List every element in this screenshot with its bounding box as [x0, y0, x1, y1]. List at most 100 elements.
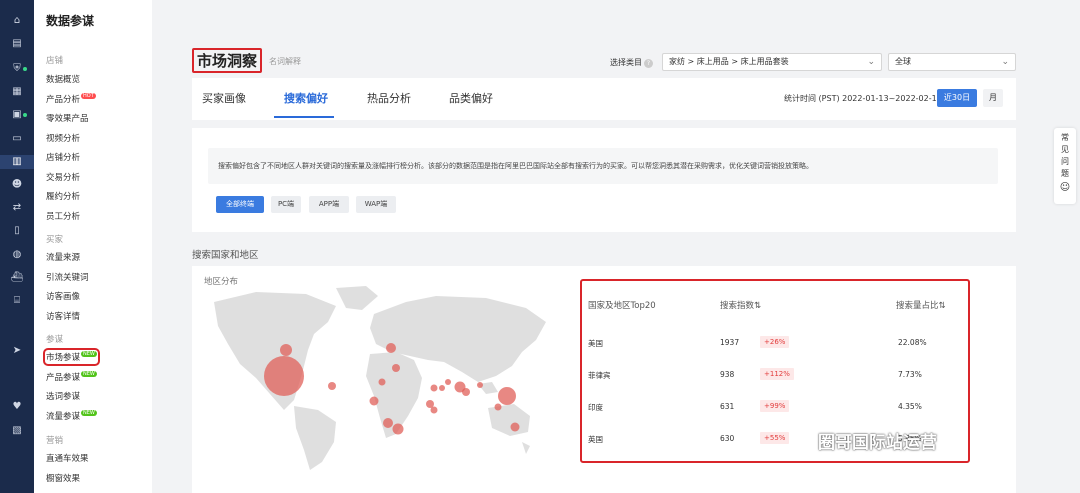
bubble-bangladesh — [462, 388, 470, 396]
world-map[interactable] — [196, 282, 556, 472]
page-title: 市场洞察 — [192, 48, 263, 73]
bank-icon[interactable]: ⌸ — [0, 294, 34, 308]
sidebar-item-label: 交易分析 — [46, 172, 81, 183]
sidebar-item[interactable]: 市场参谋 NEW — [43, 348, 100, 366]
briefcase-icon[interactable]: ▧ — [0, 424, 34, 438]
bubble-egypt — [430, 384, 438, 392]
ship-icon[interactable]: ⛴ — [0, 271, 34, 285]
chevron-down-icon: ⌄ — [867, 57, 875, 67]
region-select[interactable]: 全球 ⌄ — [888, 53, 1016, 71]
sidebar-item[interactable]: 选词参谋 — [46, 390, 80, 402]
sidebar-item-label: 引流关键词 — [46, 272, 89, 283]
last-30-days-button[interactable]: 近30日 — [937, 89, 977, 107]
filter-pc[interactable]: PC端 — [271, 196, 301, 213]
filter-app[interactable]: APP端 — [309, 196, 349, 213]
status-dot — [23, 113, 27, 117]
globe-icon[interactable]: ◍ — [0, 248, 34, 262]
filter-all-terminals[interactable]: 全部终端 — [216, 196, 264, 213]
faq-button[interactable]: 常见问题 ☺ — [1054, 128, 1076, 204]
chevron-down-icon: ⌄ — [1001, 57, 1009, 67]
sidebar-item-label: 直通车效果 — [46, 454, 89, 464]
sidebar-item[interactable]: 员工分析 — [46, 210, 80, 222]
sidebar-item[interactable]: 流量来源 — [46, 251, 80, 263]
bubble-kenya — [430, 406, 438, 414]
table-row-index: 630 — [720, 434, 735, 443]
sidebar-item-label: 选词参谋 — [46, 392, 81, 402]
bubble-usa — [264, 356, 304, 396]
bubble-west-africa — [369, 396, 379, 406]
table-row-share: 4.35% — [898, 402, 922, 411]
bubble-europe — [392, 364, 400, 372]
col-search-share[interactable]: 搜索量占比⇅ — [896, 299, 946, 311]
send-icon[interactable]: ➤ — [0, 344, 34, 358]
sidebar-item[interactable]: 引流关键词 — [46, 271, 89, 283]
sidebar-item-label: 访客画像 — [46, 292, 81, 302]
month-button[interactable]: 月 — [983, 89, 1003, 107]
tab-buyer-profile[interactable]: 买家画像 — [202, 90, 246, 106]
active-tab-indicator — [274, 116, 334, 118]
sidebar: 数据参谋 店铺 数据概览 产品分析 HOT 零效果产品 视频分析 店铺分析 交易分析 履约分析员… — [34, 0, 152, 493]
calendar-icon[interactable]: ▣ — [0, 108, 34, 122]
table-row-index: 1937 — [720, 338, 740, 347]
sidebar-item[interactable]: 流量参谋 NEW — [46, 409, 97, 422]
sidebar-item[interactable]: 数据概览 — [46, 73, 80, 85]
message-icon[interactable]: ▭ — [0, 132, 34, 146]
sidebar-item-label: 员工分析 — [46, 211, 81, 222]
table-row-country: 美国 — [588, 339, 603, 348]
document-icon[interactable]: ▯ — [0, 224, 34, 238]
sidebar-item[interactable]: 产品参谋 NEW — [46, 370, 97, 383]
shield-icon[interactable]: ⛨ — [0, 62, 34, 76]
sidebar-item[interactable]: 直通车效果 — [46, 452, 89, 464]
help-icon[interactable]: ? — [644, 59, 653, 68]
tab-hot-products[interactable]: 热品分析 — [367, 90, 411, 106]
stat-time: 统计时间 (PST) 2022-01-13~2022-02-12 — [784, 94, 942, 103]
sidebar-item-badge: NEW — [81, 409, 97, 416]
col-search-index[interactable]: 搜索指数⇅ — [720, 299, 761, 311]
sidebar-item[interactable]: 访客画像 — [46, 290, 80, 302]
sidebar-item-label: 店铺分析 — [46, 153, 81, 163]
sidebar-item-badge: NEW — [81, 370, 97, 377]
chart-icon[interactable]: ▥ — [0, 155, 34, 169]
sidebar-item-label: 零效果产品 — [46, 114, 89, 124]
sidebar-section-heading: 营销 — [46, 436, 64, 446]
main-content: 市场洞察 名词解释 选择类目? 家纺 > 床上用品 > 床上用品套装 ⌄ 全球 ⌄ … — [152, 0, 1080, 493]
glossary-link[interactable]: 名词解释 — [269, 56, 301, 67]
share-icon[interactable]: ⇄ — [0, 201, 34, 215]
change-badge: +112% — [760, 368, 794, 380]
bubble-indonesia — [494, 403, 502, 411]
apps-icon[interactable]: ▦ — [0, 85, 34, 99]
description-card: 搜索偏好包含了不同地区人群对关键词的搜索量及涨幅排行榜分析。该部分的数据范围是指… — [192, 128, 1016, 232]
col-country: 国家及地区Top20 — [588, 301, 656, 311]
tab-category-preference[interactable]: 品类偏好 — [449, 90, 493, 106]
home-icon[interactable]: ⌂ — [0, 14, 34, 28]
sidebar-item[interactable]: 零效果产品 — [46, 112, 89, 124]
change-badge: +55% — [760, 432, 790, 444]
table-row-index: 938 — [720, 370, 735, 379]
sidebar-item[interactable]: 橱窗效果 — [46, 472, 80, 484]
change-badge: +99% — [760, 400, 790, 412]
tab-bar: 买家画像 搜索偏好 热品分析 品类偏好 统计时间 (PST) 2022-01-1… — [192, 78, 1016, 120]
category-select[interactable]: 家纺 > 床上用品 > 床上用品套装 ⌄ — [662, 53, 882, 71]
sidebar-item[interactable]: 店铺分析 — [46, 151, 80, 163]
store-icon[interactable]: ▤ — [0, 37, 34, 51]
bubble-thailand — [477, 382, 483, 388]
sidebar-item[interactable]: 履约分析 — [46, 190, 80, 202]
sidebar-item[interactable]: 视频分析 — [46, 132, 80, 144]
bubble-uk — [386, 343, 396, 353]
category-label: 选择类目? — [610, 57, 653, 68]
sidebar-item-label: 流量来源 — [46, 253, 81, 263]
filter-wap[interactable]: WAP端 — [356, 196, 396, 213]
tab-search-preference[interactable]: 搜索偏好 — [284, 90, 328, 106]
sidebar-item-label: 数据概览 — [46, 75, 81, 85]
sidebar-item[interactable]: 访客详情 — [46, 310, 80, 322]
users-icon[interactable]: ☻ — [0, 178, 34, 192]
sidebar-section-heading: 参谋 — [46, 335, 64, 345]
bubble-spain — [378, 378, 386, 386]
bubble-south-africa — [392, 423, 404, 435]
sidebar-item-label: 视频分析 — [46, 133, 81, 144]
sidebar-item-label: 产品参谋 — [46, 372, 81, 383]
sidebar-item-label: 产品分析 — [46, 94, 81, 105]
sidebar-item[interactable]: 交易分析 — [46, 171, 80, 183]
sidebar-item[interactable]: 产品分析 HOT — [46, 92, 96, 105]
heart-icon[interactable]: ♥ — [0, 400, 34, 414]
